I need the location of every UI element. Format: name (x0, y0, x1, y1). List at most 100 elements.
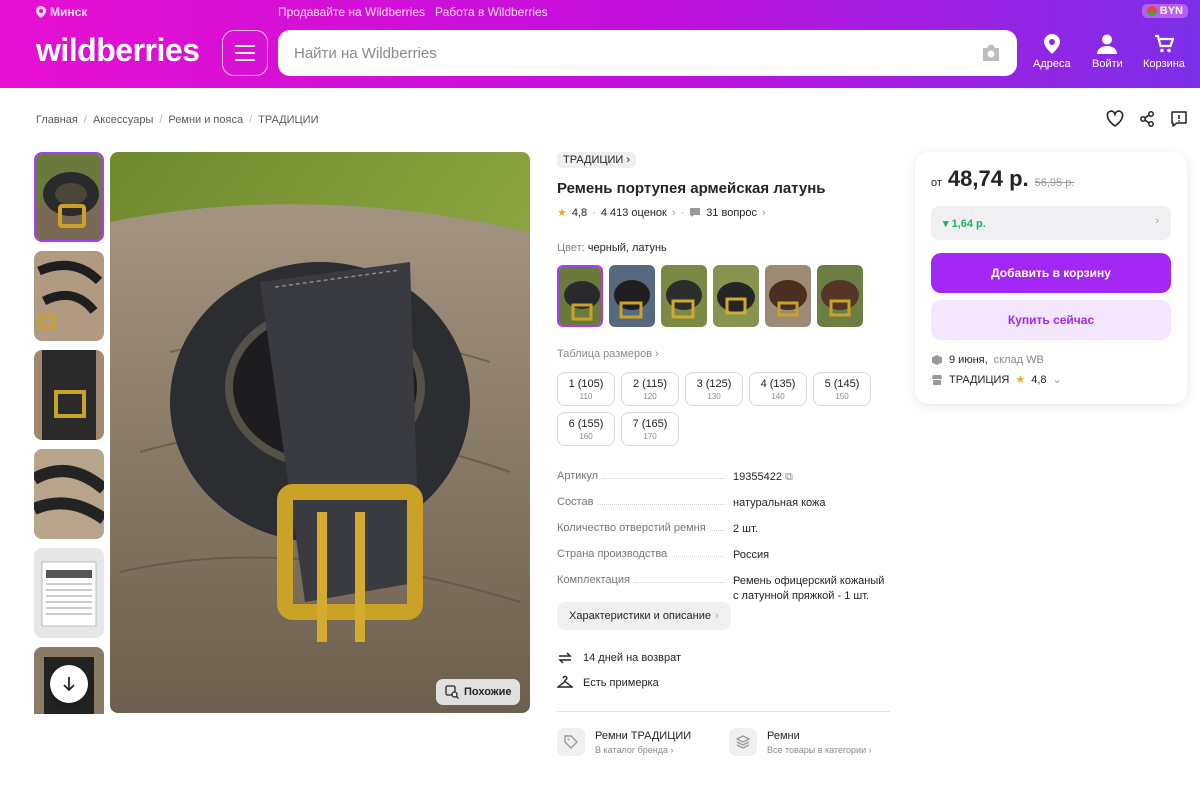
size-table-link[interactable]: Таблица размеров › (557, 348, 659, 360)
breadcrumb: Главная / Аксессуары / Ремни и пояса / ТРАД… (36, 114, 319, 126)
location-pin-icon (1043, 34, 1060, 54)
top-bar: Минск Продавайте на Wildberries Работа в… (36, 4, 1188, 21)
breadcrumb-home[interactable]: Главная (36, 114, 78, 126)
nav-cart[interactable]: Корзина (1143, 34, 1185, 70)
nav-addresses[interactable]: Адреса (1033, 34, 1071, 70)
color-option[interactable] (609, 265, 655, 327)
color-option[interactable] (661, 265, 707, 327)
user-icon (1097, 34, 1118, 54)
breadcrumb-brand[interactable]: ТРАДИЦИИ (258, 114, 318, 126)
layers-icon (735, 735, 751, 749)
buy-card: от 48,74 р. 56,95 р. ▾ 1,64 р. › Добавить… (915, 152, 1187, 404)
old-price: 56,95 р. (1034, 177, 1075, 189)
thumbnail[interactable] (34, 449, 104, 539)
breadcrumb-belts[interactable]: Ремни и пояса (168, 114, 243, 126)
fitting-info: Есть примерка (557, 675, 659, 691)
thumbnail[interactable] (34, 251, 104, 341)
discount-row[interactable]: ▾ 1,64 р. › (931, 206, 1171, 240)
cart-icon (1154, 34, 1174, 53)
share-icon[interactable] (1138, 110, 1156, 128)
color-option[interactable] (713, 265, 759, 327)
color-option[interactable] (817, 265, 863, 327)
nav-cart-label: Корзина (1143, 58, 1185, 70)
fitting-text: Есть примерка (583, 677, 659, 689)
jobs-link[interactable]: Работа в Wildberries (435, 5, 548, 19)
box-icon (932, 355, 942, 365)
product-tools (1106, 110, 1188, 128)
chevron-right-icon: › (1155, 215, 1159, 227)
logo[interactable]: wildberries (36, 32, 200, 69)
category-link[interactable]: Ремни Все товары в категории › (729, 728, 872, 756)
brand-name: ТРАДИЦИИ (563, 154, 624, 166)
thumbnail[interactable] (34, 350, 104, 440)
color-options (557, 265, 863, 327)
price-block: от 48,74 р. 56,95 р. (931, 166, 1075, 191)
menu-button[interactable] (222, 30, 268, 76)
thumbnail[interactable] (34, 152, 104, 242)
add-to-cart-button[interactable]: Добавить в корзину (931, 253, 1171, 293)
heart-icon[interactable] (1106, 110, 1124, 128)
return-text: 14 дней на возврат (583, 652, 681, 664)
characteristics-button[interactable]: Характеристики и описание › (557, 602, 731, 630)
currency-selector[interactable]: BYN (1141, 4, 1188, 18)
report-icon[interactable] (1170, 110, 1188, 128)
chevron-down-icon: ⌄ (1052, 374, 1062, 386)
spec-row: Страна производства Россия (557, 548, 770, 561)
buy-now-button[interactable]: Купить сейчас (931, 300, 1171, 340)
spec-row: Количество отверстий ремня 2 шт. (557, 522, 758, 535)
current-price: 48,74 р. (947, 166, 1029, 191)
location-label: Минск (50, 5, 88, 19)
shop-icon (932, 374, 942, 385)
brand-catalog-link[interactable]: Ремни ТРАДИЦИИ В каталог бренда › (557, 728, 691, 756)
copy-icon[interactable]: ⧉ (785, 471, 793, 483)
size-option[interactable]: 6 (155) 160 (557, 412, 615, 446)
divider (557, 711, 890, 712)
questions-link[interactable]: 31 вопрос (706, 207, 757, 219)
sell-link[interactable]: Продавайте на Wildberries (278, 5, 425, 19)
product-title: Ремень портупея армейская латунь (557, 180, 826, 197)
delivery-info: 9 июня, склад WB (931, 354, 1044, 366)
nav-addresses-label: Адреса (1033, 58, 1071, 70)
size-options: 1 (105) 110 2 (115) 120 3 (125) 130 4 (135)… (557, 372, 877, 446)
size-option[interactable]: 1 (105) 110 (557, 372, 615, 406)
color-label: Цвет: черный, латунь (557, 242, 667, 254)
seller-info[interactable]: ТРАДИЦИЯ ★ 4,8 ⌄ (931, 373, 1062, 386)
location-pin-icon (36, 6, 46, 18)
size-option[interactable]: 5 (145) 150 (813, 372, 871, 406)
color-option[interactable] (765, 265, 811, 327)
thumbnail-list (34, 152, 104, 714)
brand-badge[interactable]: ТРАДИЦИИ › (557, 152, 637, 168)
spec-row: Артикул 19355422 ⧉ (557, 470, 793, 483)
size-option[interactable]: 3 (125) 130 (685, 372, 743, 406)
color-option[interactable] (557, 265, 603, 327)
breadcrumb-accessories[interactable]: Аксессуары (93, 114, 153, 126)
similar-button[interactable]: Похожие (436, 679, 521, 705)
search-input[interactable] (294, 44, 1001, 62)
star-icon: ★ (557, 207, 567, 219)
size-option[interactable]: 2 (115) 120 (621, 372, 679, 406)
reviews-link[interactable]: 4 413 оценок (601, 207, 667, 219)
category-title: Ремни (767, 729, 800, 742)
specs-table: Артикул 19355422 ⧉ Состав натуральная кожа… (557, 470, 890, 615)
return-info: 14 дней на возврат (557, 650, 681, 666)
camera-icon[interactable] (981, 44, 1001, 62)
hanger-icon (557, 675, 573, 688)
star-icon: ★ (1015, 374, 1026, 386)
size-option[interactable]: 7 (165) 170 (621, 412, 679, 446)
main-product-image[interactable] (110, 152, 530, 713)
location[interactable]: Минск (36, 5, 87, 19)
currency-label: BYN (1159, 5, 1183, 17)
spec-row: Комплектация Ремень офицерский кожаный с … (557, 574, 885, 602)
seller-rating: 4,8 (1031, 373, 1047, 386)
rating-value: 4,8 (571, 206, 588, 219)
nav-login[interactable]: Войти (1092, 34, 1123, 70)
image-search-icon (445, 685, 459, 699)
return-arrows-icon (558, 652, 572, 664)
size-option[interactable]: 4 (135) 140 (749, 372, 807, 406)
scroll-down-button[interactable] (50, 665, 88, 703)
search-bar (278, 30, 1017, 76)
nav-login-label: Войти (1092, 58, 1123, 70)
thumbnail[interactable] (34, 548, 104, 638)
brand-catalog-title: Ремни ТРАДИЦИИ (595, 729, 692, 742)
delivery-date: 9 июня, (949, 354, 988, 366)
